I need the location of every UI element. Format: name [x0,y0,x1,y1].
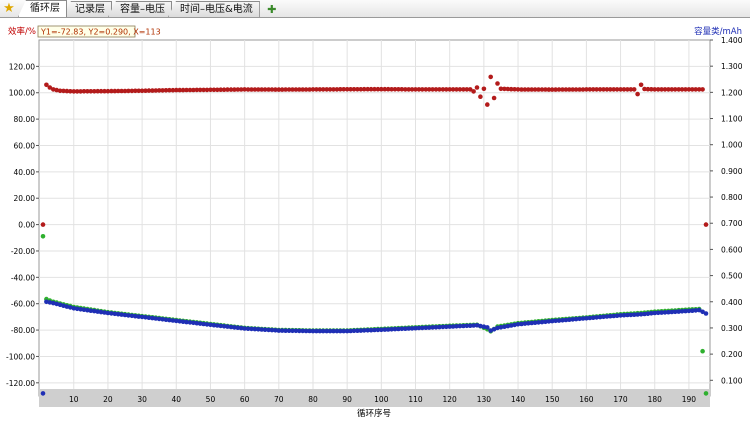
data-point [485,102,490,107]
left-tick-label: 100.00 [9,89,35,98]
right-tick-label: 0.300 [721,324,743,333]
add-tab-icon[interactable]: ✚ [264,2,280,17]
left-tick-label: -100.00 [6,352,35,361]
x-tick-label: 20 [103,395,113,404]
data-point [638,82,644,88]
x-tick-label: 110 [408,395,423,404]
x-axis-title: 循环序号 [357,408,391,419]
data-point [631,87,637,92]
right-tick-label: 1.400 [721,36,743,45]
left-tick-label: -60.00 [11,300,35,309]
readout-value: Y1=-72.83, Y2=0.290, X=113 [40,28,161,37]
x-tick-label: 180 [648,395,663,404]
x-tick-label: 120 [443,395,458,404]
right-tick-label: 0.500 [721,272,743,281]
data-point [635,91,640,97]
data-point [700,348,705,354]
right-tick-label: 0.800 [721,193,743,202]
x-tick-label: 10 [69,395,79,404]
x-tick-label: 190 [682,395,697,404]
x-tick-label: 80 [308,395,318,404]
x-tick-label: 170 [613,395,628,404]
right-tick-label: 0.200 [721,350,743,359]
x-tick-label: 90 [342,395,352,404]
tab-time-voltage-current[interactable]: 时间–电压&电流 [168,1,260,17]
right-tick-label: 0.900 [721,167,743,176]
x-tick-label: 60 [240,395,250,404]
tab-record-layer[interactable]: 记录层 [63,1,112,17]
x-tick-label: 40 [172,395,182,404]
cursor-readout: Y1=-72.83, Y2=0.290, X=113 [37,25,161,38]
right-tick-label: 1.100 [721,115,743,124]
data-point [495,81,500,86]
left-tick-label: 20.00 [14,194,36,203]
left-tick-label: -20.00 [11,247,35,256]
data-point [478,94,483,99]
left-axis-title: 效率/% [8,26,36,37]
cycle-chart[interactable]: -120.00 -100.00 -80.00 -60.00 -40.00 -20.00 0.… [0,18,750,422]
data-point [488,74,494,80]
tab-bar: ★ 循环层 记录层 容量–电压 时间–电压&电流 ✚ [0,0,750,18]
data-point [471,89,476,94]
left-tick-label: 0.00 [18,221,35,230]
left-tick-label: -80.00 [11,326,35,335]
right-tick-label: 0.400 [721,298,743,307]
left-tick-label: -40.00 [11,273,35,282]
x-tick-label: 30 [137,395,147,404]
data-point [491,95,497,101]
x-tick-label: 160 [579,395,594,404]
right-tick-label: 0.100 [721,376,743,385]
data-point [703,222,709,227]
x-tick-label: 140 [511,395,526,404]
x-tick-label: 70 [274,395,284,404]
left-tick-label: 40.00 [14,168,36,177]
data-point [703,311,709,316]
right-tick-label: 1.200 [721,88,743,97]
data-point [485,325,490,330]
data-point [703,391,709,396]
left-y-axis: -120.00 -100.00 -80.00 -60.00 -40.00 -20.00 0.… [6,62,39,388]
data-point [40,391,46,396]
tab-capacity-voltage[interactable]: 容量–电压 [108,1,172,17]
data-point [700,87,705,92]
data-point [474,85,480,90]
right-tick-label: 1.300 [721,62,743,71]
tab-cycle-layer[interactable]: 循环层 [18,0,67,17]
right-y-axis: 0.100 0.200 0.300 0.400 0.500 0.600 0.700 0.800… [710,36,743,385]
x-tick-label: 130 [477,395,492,404]
data-point [40,222,46,227]
right-axis-title: 容量类/mAh [694,26,742,37]
x-tick-label: 150 [545,395,560,404]
right-tick-label: 0.600 [721,245,743,254]
left-tick-label: 80.00 [14,115,36,124]
left-tick-label: 120.00 [9,62,35,71]
x-tick-label: 100 [374,395,389,404]
right-tick-label: 0.700 [721,219,743,228]
data-point [481,86,487,92]
right-tick-label: 1.000 [721,141,743,150]
plot-area [38,39,711,397]
left-tick-label: -120.00 [6,379,35,388]
left-tick-label: 60.00 [14,141,36,150]
star-icon[interactable]: ★ [0,0,18,17]
data-point [40,234,46,239]
x-tick-label: 50 [206,395,216,404]
